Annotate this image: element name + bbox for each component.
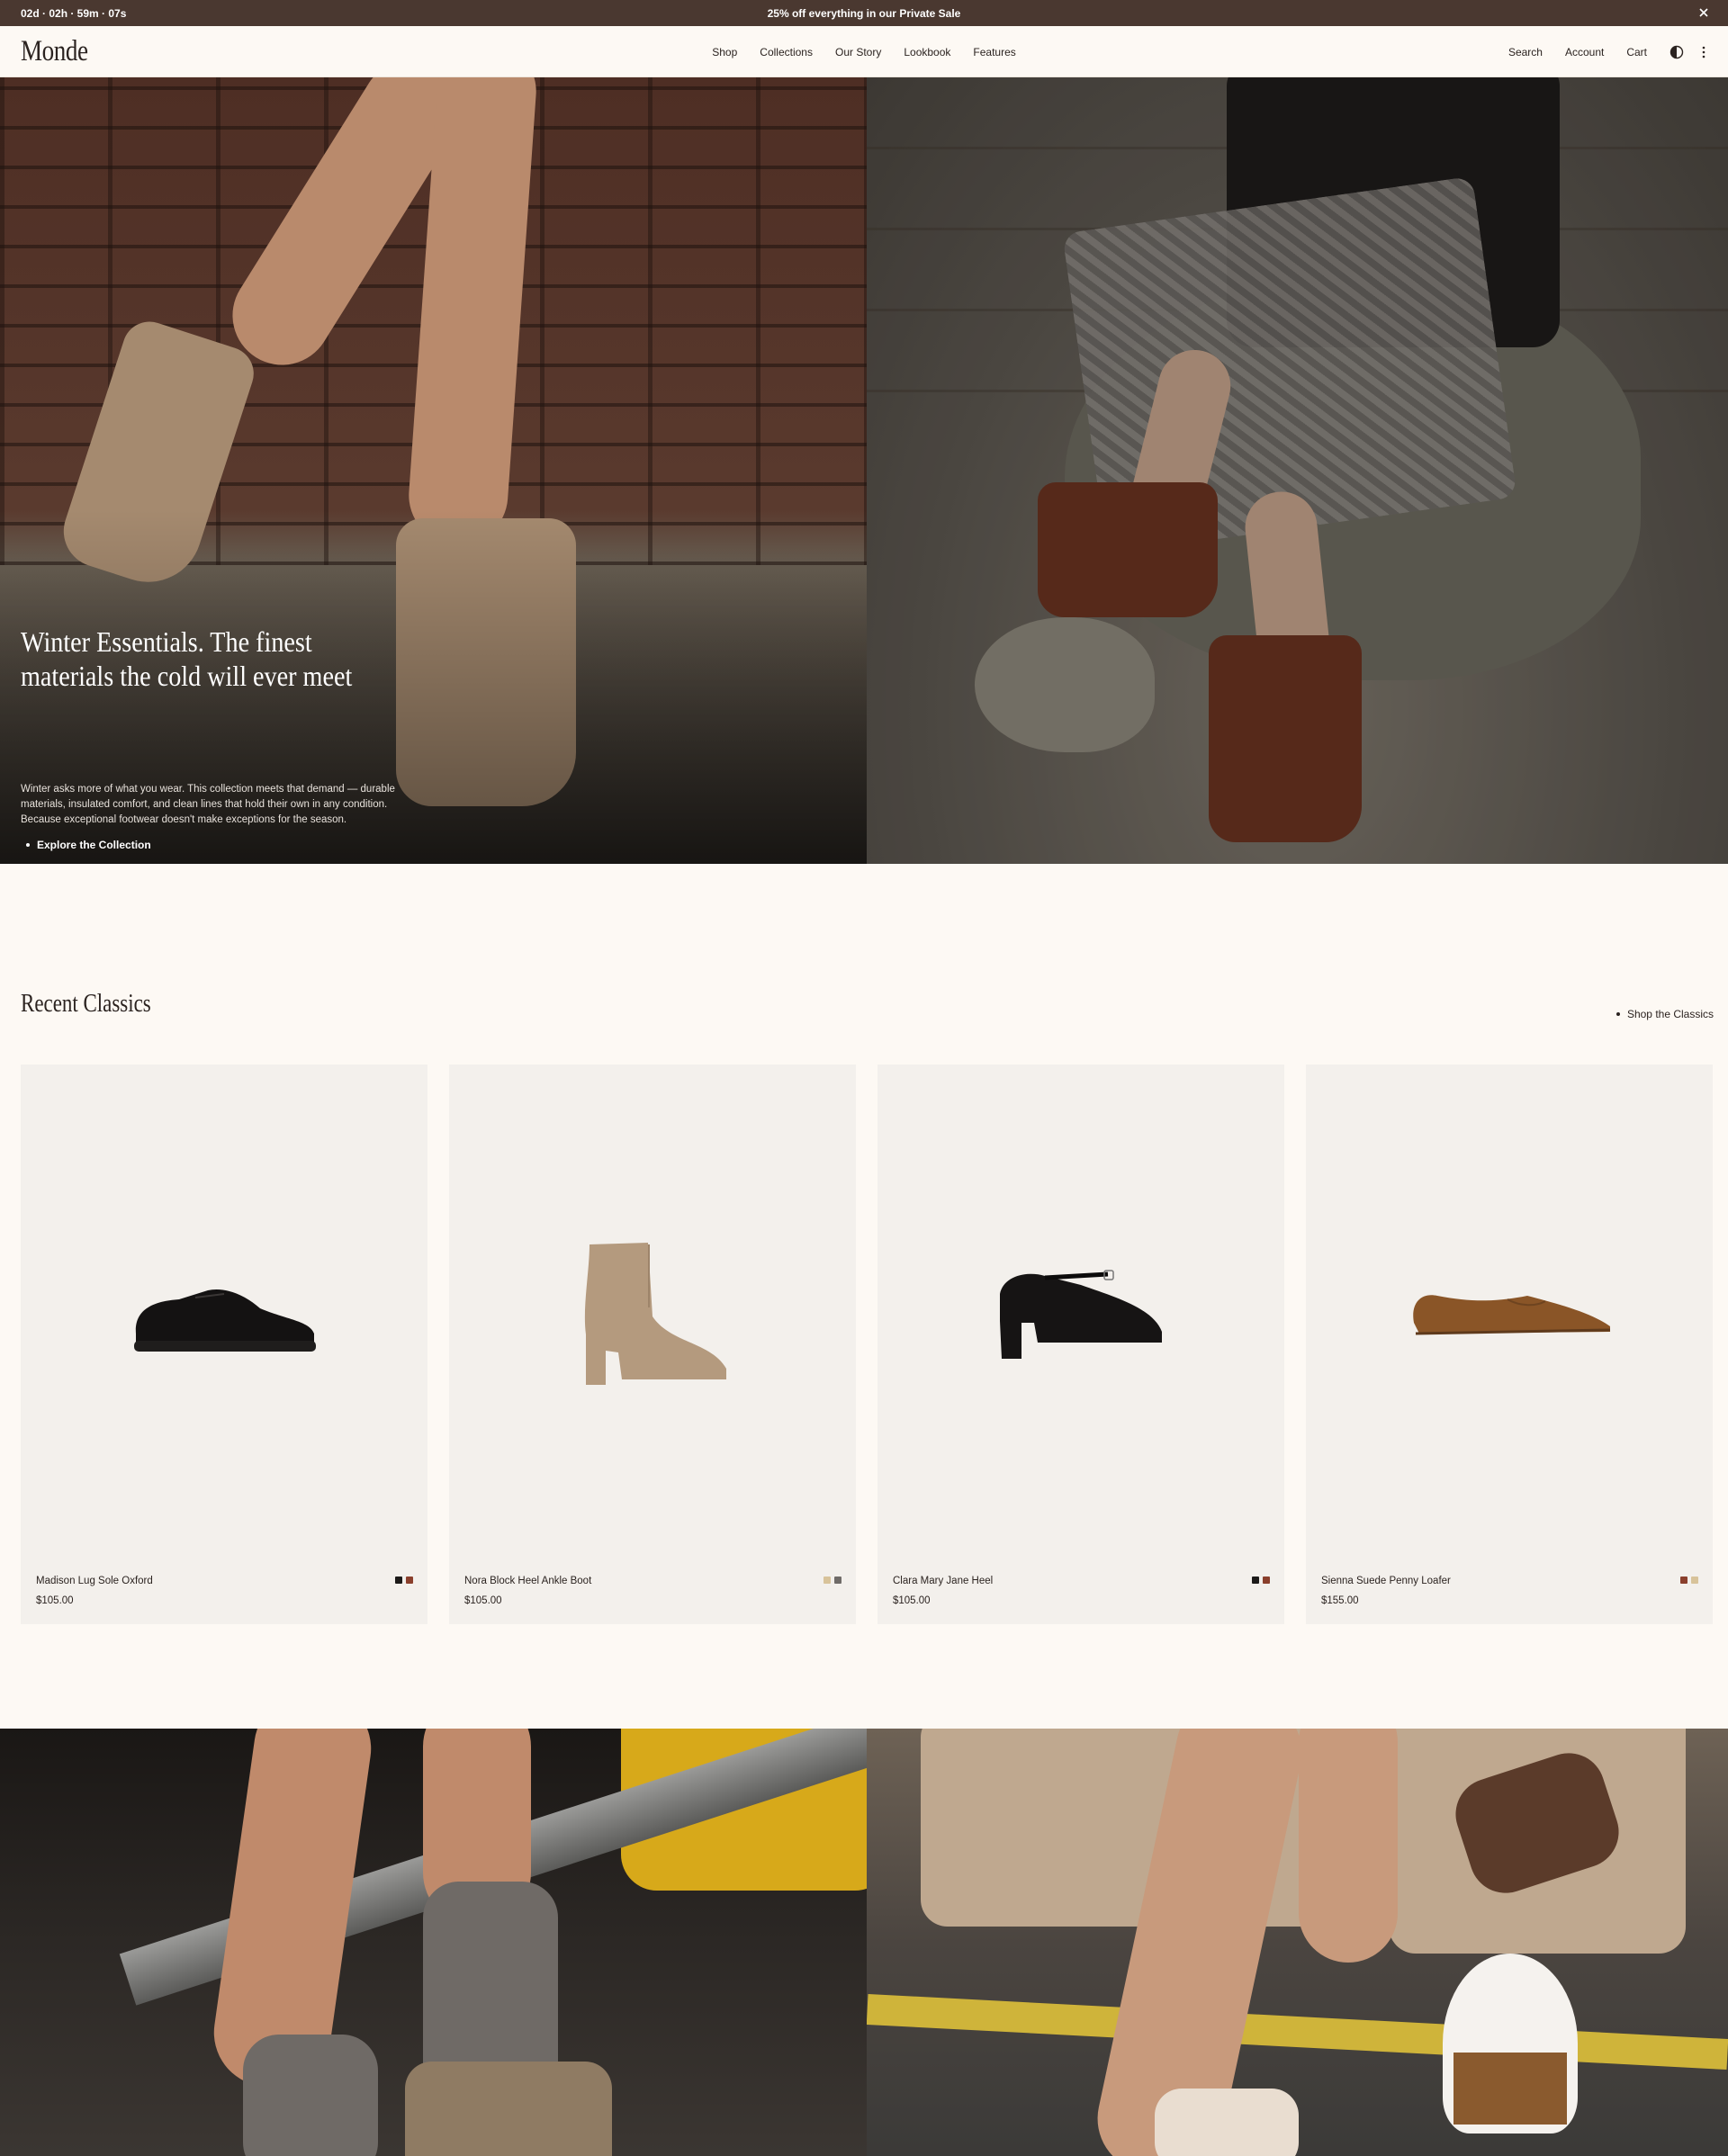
hero-description: Winter asks more of what you wear. This …	[21, 784, 395, 825]
shop-classics-link[interactable]: Shop the Classics	[1616, 1008, 1714, 1020]
swatch-brown[interactable]	[406, 1577, 413, 1584]
account-link[interactable]: Account	[1565, 46, 1604, 58]
hero-image-chelsea-boots	[867, 77, 1728, 864]
header-utilities: Search Account Cart	[1508, 26, 1728, 77]
theme-toggle-icon[interactable]	[1670, 45, 1684, 59]
product-image[interactable]	[1306, 1065, 1713, 1559]
product-name[interactable]: Clara Mary Jane Heel	[893, 1576, 993, 1586]
nav-shop[interactable]: Shop	[712, 46, 737, 58]
product-grid: Madison Lug Sole Oxford $105.00 Nora Blo…	[21, 1065, 1714, 1624]
main-nav: Shop Collections Our Story Lookbook Feat…	[0, 26, 1728, 77]
nav-lookbook[interactable]: Lookbook	[904, 46, 950, 58]
hero-banner	[0, 77, 1728, 864]
mary-jane-heel-icon	[1000, 1270, 1162, 1359]
swatch-brown[interactable]	[1263, 1577, 1270, 1584]
product-card[interactable]: Nora Block Heel Ankle Boot $105.00	[449, 1065, 856, 1624]
product-name[interactable]: Sienna Suede Penny Loafer	[1321, 1576, 1451, 1586]
explore-collection-link[interactable]: Explore the Collection	[26, 839, 151, 851]
close-icon[interactable]	[1696, 4, 1712, 21]
search-link[interactable]: Search	[1508, 46, 1543, 58]
swatch-grey[interactable]	[834, 1577, 842, 1584]
hero-title: Winter Essentials. The finest materials …	[21, 625, 353, 692]
product-name[interactable]: Nora Block Heel Ankle Boot	[464, 1576, 591, 1586]
product-price: $105.00	[893, 1595, 931, 1606]
nav-our-story[interactable]: Our Story	[835, 46, 881, 58]
site-header: Monde Shop Collections Our Story Lookboo…	[0, 26, 1728, 77]
swatch-tan[interactable]	[1691, 1577, 1698, 1584]
swatch-brown[interactable]	[1680, 1577, 1688, 1584]
color-swatches	[1252, 1577, 1270, 1584]
swatch-tan[interactable]	[824, 1577, 831, 1584]
color-swatches	[395, 1577, 413, 1584]
oxford-shoe-icon	[134, 1289, 316, 1352]
product-image[interactable]	[878, 1065, 1284, 1559]
product-price: $105.00	[36, 1595, 74, 1606]
product-image[interactable]	[449, 1065, 856, 1559]
product-image[interactable]	[21, 1065, 428, 1559]
recent-classics-heading: Recent Classics	[21, 990, 151, 1018]
promo-text[interactable]: 25% off everything in our Private Sale	[0, 7, 1728, 20]
color-swatches	[824, 1577, 842, 1584]
nav-features[interactable]: Features	[973, 46, 1015, 58]
product-price: $105.00	[464, 1595, 502, 1606]
swatch-black[interactable]	[395, 1577, 402, 1584]
product-card[interactable]: Sienna Suede Penny Loafer $155.00	[1306, 1065, 1713, 1624]
loafer-icon	[1413, 1295, 1611, 1335]
hero-image-ankle-boots	[0, 77, 867, 864]
product-card[interactable]: Madison Lug Sole Oxford $105.00	[21, 1065, 428, 1624]
announcement-bar: 02d · 02h · 59m · 07s 25% off everything…	[0, 0, 1728, 26]
lifestyle-image-taxi	[0, 1729, 867, 2156]
cart-link[interactable]: Cart	[1626, 46, 1647, 58]
ankle-boot-icon	[584, 1243, 726, 1385]
color-swatches	[1680, 1577, 1698, 1584]
product-name[interactable]: Madison Lug Sole Oxford	[36, 1576, 153, 1586]
more-options-icon[interactable]	[1701, 45, 1706, 59]
lifestyle-images	[0, 1729, 1728, 2156]
nav-collections[interactable]: Collections	[760, 46, 813, 58]
product-price: $155.00	[1321, 1595, 1359, 1606]
swatch-black[interactable]	[1252, 1577, 1259, 1584]
product-card[interactable]: Clara Mary Jane Heel $105.00	[878, 1065, 1284, 1624]
lifestyle-image-coffee	[867, 1729, 1728, 2156]
